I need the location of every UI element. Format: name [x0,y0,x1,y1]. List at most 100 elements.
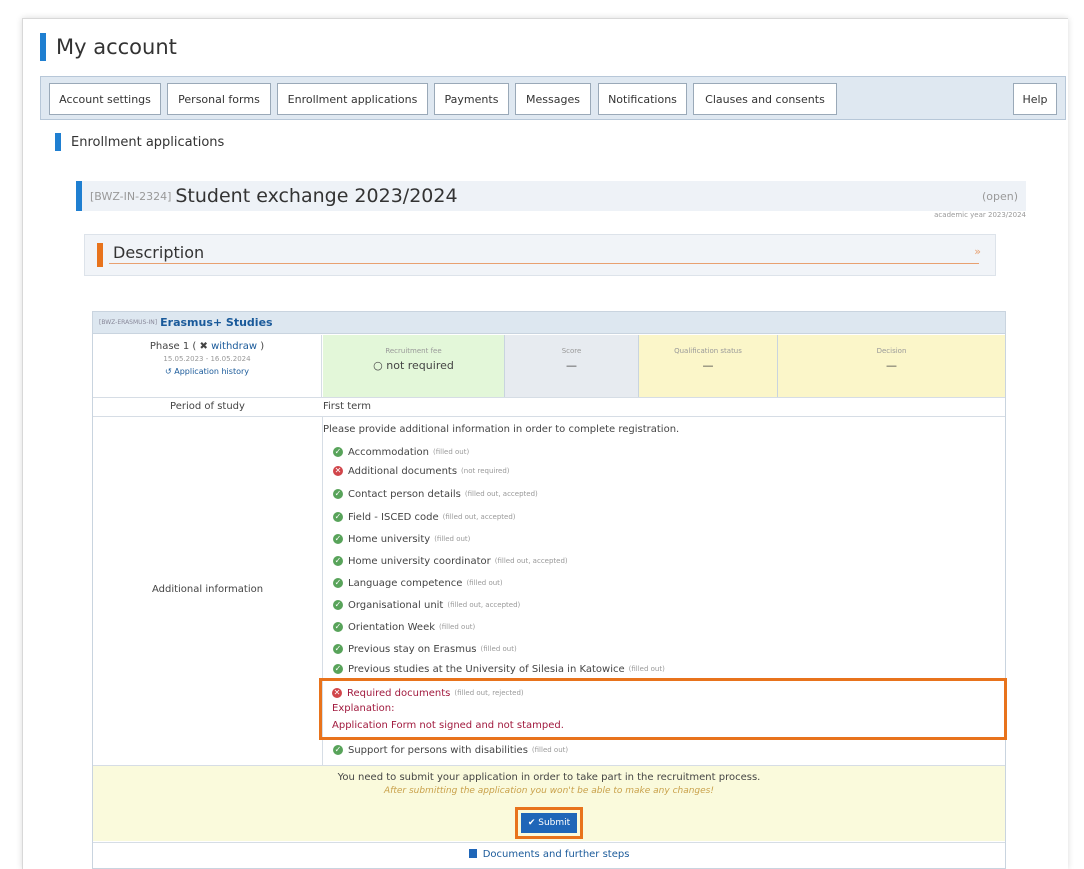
list-item[interactable]: ✓ Home university (filled out) [333,531,470,547]
qualification-label: Qualification status [674,347,742,355]
tab-payments[interactable]: Payments [434,83,509,115]
item-name[interactable]: Support for persons with disabilities [348,745,528,756]
exchange-header: [BWZ-IN-2324] Student exchange 2023/2024… [76,181,1026,211]
item-status: (filled out) [531,746,569,754]
documents-row: Documents and further steps [93,842,1005,868]
section-title-text: Enrollment applications [71,134,225,150]
check-icon: ✓ [333,578,343,588]
list-item[interactable]: ✓ Organisational unit (filled out, accep… [333,597,520,613]
description-panel[interactable]: Description » [84,234,996,276]
item-name[interactable]: Additional documents [348,466,457,477]
period-label: Period of study [170,401,245,412]
item-name[interactable]: Required documents [347,688,450,699]
item-name[interactable]: Organisational unit [348,600,443,611]
page-title-text: My account [56,35,177,59]
submit-warning: After submitting the application you won… [384,786,714,796]
list-item[interactable]: ✓ Language competence (filled out) [333,575,503,591]
item-name[interactable]: Orientation Week [348,622,435,633]
fee-cell: Recruitment fee ○ not required [323,335,505,397]
table-header: [BWZ-ERASMUS-IN] Erasmus+ Studies [93,312,1005,334]
item-status: (filled out) [628,665,665,673]
period-row: Period of study First term [93,397,1005,417]
program-title[interactable]: Erasmus+ Studies [160,316,272,329]
list-item[interactable]: ✕ Additional documents (not required) [333,463,510,479]
list-item[interactable]: ✓ Accommodation (filled out) [333,444,469,460]
section-title: Enrollment applications [55,132,224,152]
application-history-link[interactable]: Application history [174,367,249,376]
list-item[interactable]: ✓ Home university coordinator (filled ou… [333,553,568,569]
section-accent-bar [55,133,61,151]
item-status: (filled out) [466,579,503,587]
tab-account-settings[interactable]: Account settings [49,83,161,115]
expand-chevron-icon[interactable]: » [974,245,981,258]
item-status: (filled out, accepted) [447,601,521,609]
decision-value: — [886,359,897,372]
fee-value: not required [386,359,454,372]
withdraw-link[interactable]: withdraw [211,341,257,352]
tab-bar: Account settings Personal forms Enrollme… [40,76,1066,120]
decision-cell: Decision — [778,335,1005,397]
item-name[interactable]: Language competence [348,578,462,589]
item-name[interactable]: Field - ISCED code [348,512,439,523]
check-icon: ✓ [333,622,343,632]
phase-label: Phase 1 [149,341,190,352]
withdraw-icon: ✖ [199,341,208,352]
qualification-value: — [702,359,714,372]
list-item[interactable]: ✓ Previous stay on Erasmus (filled out) [333,641,517,657]
exchange-title: Student exchange 2023/2024 [175,185,458,207]
item-status: (filled out) [480,645,517,653]
item-name[interactable]: Previous stay on Erasmus [348,644,477,655]
list-item[interactable]: ✓ Support for persons with disabilities … [333,742,568,758]
tab-notifications[interactable]: Notifications [598,83,687,115]
item-status: (filled out, rejected) [454,689,524,697]
list-item[interactable]: ✓ Contact person details (filled out, ac… [333,486,538,502]
submit-area: You need to submit your application in o… [93,765,1005,841]
check-icon: ✓ [333,489,343,499]
list-item[interactable]: ✓ Field - ISCED code (filled out, accept… [333,509,516,525]
title-accent-bar [40,33,46,61]
submit-button[interactable]: ✔ Submit [521,813,577,833]
description-accent-bar [97,243,103,267]
period-value: First term [323,401,371,412]
item-name[interactable]: Previous studies at the University of Si… [348,664,625,675]
list-item[interactable]: ✓ Orientation Week (filled out) [333,619,475,635]
item-name[interactable]: Contact person details [348,489,461,500]
program-code: [BWZ-ERASMUS-IN] [99,319,158,326]
item-status: (filled out, accepted) [442,513,516,521]
item-status: (filled out) [434,535,471,543]
description-underline [109,263,979,264]
check-icon: ✓ [333,447,343,457]
check-icon: ✓ [333,664,343,674]
qualification-cell: Qualification status — [639,335,778,397]
item-status: (filled out, accepted) [464,490,538,498]
cross-icon: ✕ [333,466,343,476]
tab-enrollment-applications[interactable]: Enrollment applications [277,83,428,115]
fee-label: Recruitment fee [385,347,442,355]
phase-cell: Phase 1 ( ✖ withdraw ) 15.05.2023 - 16.0… [93,335,322,397]
tab-help[interactable]: Help [1013,83,1057,115]
exchange-status: (open) [981,189,1018,203]
item-name[interactable]: Accommodation [348,447,429,458]
item-status: (filled out, accepted) [494,557,568,565]
tab-clauses-and-consents[interactable]: Clauses and consents [693,83,837,115]
tab-messages[interactable]: Messages [515,83,591,115]
phase-label-row: Phase 1 ( ✖ withdraw ) [149,341,265,352]
list-item[interactable]: ✓ Previous studies at the University of … [333,661,665,677]
academic-year: academic year 2023/2024 [934,211,1026,219]
required-documents-item[interactable]: ✕ Required documents (filled out, reject… [332,685,524,701]
check-icon: ✓ [333,512,343,522]
fee-value-row: ○ not required [323,359,504,372]
item-name[interactable]: Home university [348,534,430,545]
check-icon: ✓ [333,600,343,610]
score-cell: Score — [505,335,639,397]
check-icon: ✓ [333,556,343,566]
check-icon: ✓ [333,534,343,544]
application-table: [BWZ-ERASMUS-IN] Erasmus+ Studies Phase … [92,311,1007,869]
exchange-code: [BWZ-IN-2324] [90,189,172,203]
item-status: (filled out) [439,623,476,631]
explanation-label: Explanation: [332,703,395,714]
documents-link[interactable]: Documents and further steps [483,849,630,860]
item-name[interactable]: Home university coordinator [348,556,491,567]
item-status: (not required) [461,467,510,475]
tab-personal-forms[interactable]: Personal forms [167,83,271,115]
